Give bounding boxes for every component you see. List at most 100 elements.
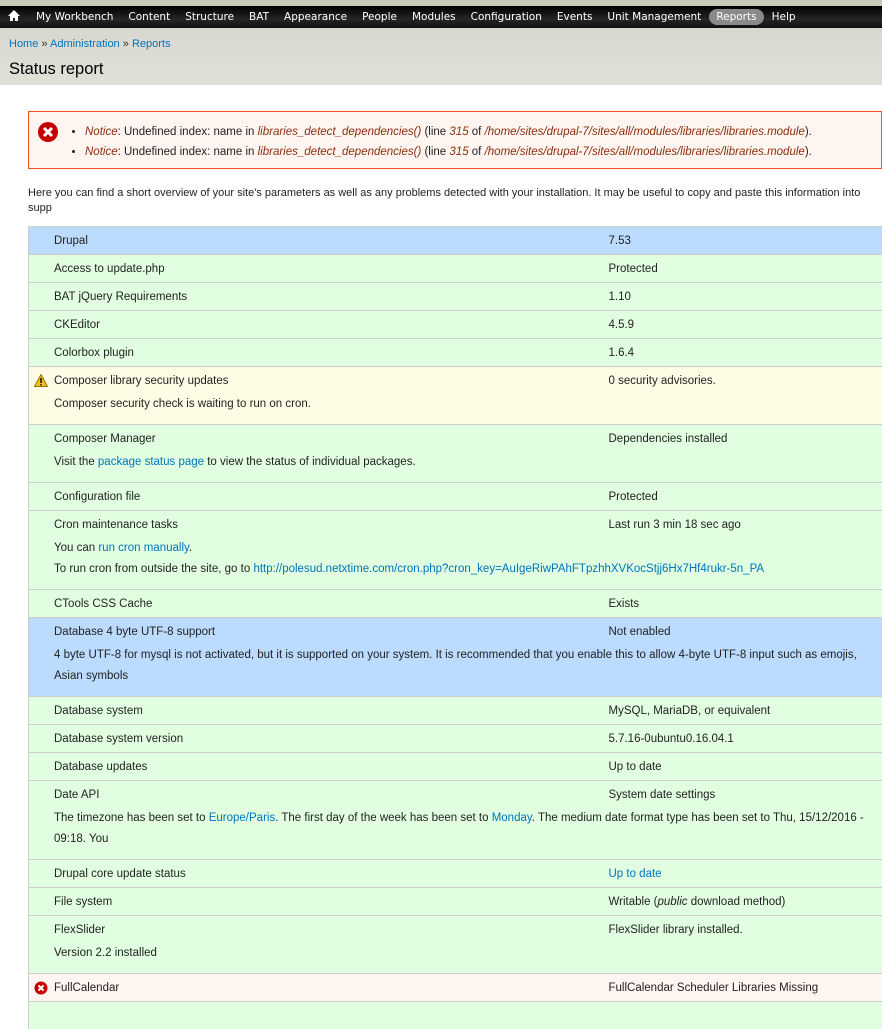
status-title: BAT jQuery Requirements xyxy=(29,283,609,311)
breadcrumb-administration[interactable]: Administration xyxy=(50,38,120,50)
status-title-text: File system xyxy=(54,896,112,908)
home-icon[interactable] xyxy=(8,10,20,24)
status-value-text: 4.5.9 xyxy=(609,319,635,331)
status-description: You can run cron manually. To run cron fr… xyxy=(29,538,882,590)
link[interactable]: run cron manually xyxy=(98,542,189,554)
status-description: Version 2.2 installed xyxy=(29,943,882,974)
status-title: Database system version xyxy=(29,725,609,753)
error-messages: Notice: Undefined index: name in librari… xyxy=(28,111,882,169)
nav-item-people[interactable]: People xyxy=(362,11,397,23)
status-description-row: You can run cron manually. To run cron fr… xyxy=(29,538,882,590)
page-title: Status report xyxy=(9,60,873,79)
status-value: 7.53 xyxy=(609,227,882,255)
status-value-text: Last run 3 min 18 sec ago xyxy=(609,519,741,531)
message-segment: ). xyxy=(805,126,812,138)
link[interactable]: Europe/Paris xyxy=(209,812,275,824)
status-title-text: Access to update.php xyxy=(54,263,165,275)
text-segment: to view the status of individual package… xyxy=(204,456,416,468)
status-title: FullCalendar xyxy=(29,974,609,1002)
link[interactable]: Monday xyxy=(492,812,532,824)
status-title: File system xyxy=(29,888,609,916)
status-value: System date settings xyxy=(609,781,882,809)
description-line: To run cron from outside the site, go to… xyxy=(54,559,874,580)
status-description: Visit the package status page to view th… xyxy=(29,452,882,483)
status-value-text: System date settings xyxy=(609,789,716,801)
breadcrumb-home[interactable]: Home xyxy=(9,38,38,50)
status-row: Drupal7.53 xyxy=(29,227,882,255)
status-row: BAT jQuery Requirements1.10 xyxy=(29,283,882,311)
message-segment: of xyxy=(469,146,485,158)
message-item: Notice: Undefined index: name in librari… xyxy=(85,122,875,142)
message-segment: of xyxy=(469,126,485,138)
message-segment: /home/sites/drupal-7/sites/all/modules/l… xyxy=(485,146,805,158)
text-segment: You can xyxy=(54,542,98,554)
status-title-text: Date API xyxy=(54,789,99,801)
status-value: Protected xyxy=(609,483,882,511)
status-title-text: Colorbox plugin xyxy=(54,347,134,359)
status-value: 0 security advisories. xyxy=(609,367,882,395)
status-title: Configuration file xyxy=(29,483,609,511)
status-value: Up to date xyxy=(609,860,882,888)
text-segment: . xyxy=(189,542,192,554)
status-value-text: 1.10 xyxy=(609,291,631,303)
status-row: Composer library security updates0 secur… xyxy=(29,367,882,395)
nav-item-modules[interactable]: Modules xyxy=(412,11,456,23)
text-segment: public xyxy=(658,896,688,908)
status-value: 5.7.16-0ubuntu0.16.04.1 xyxy=(609,725,882,753)
status-title-text: CTools CSS Cache xyxy=(54,598,152,610)
status-title: CKEditor xyxy=(29,311,609,339)
text-segment: The timezone has been set to xyxy=(54,812,209,824)
status-value-text: 7.53 xyxy=(609,235,631,247)
nav-item-reports[interactable]: Reports xyxy=(709,9,763,25)
text-segment: Version 2.2 installed xyxy=(54,947,157,959)
status-row: Database system version 5.7.16-0ubuntu0.1… xyxy=(29,725,882,753)
status-value-link[interactable]: Up to date xyxy=(609,868,662,880)
status-value: 1.10 xyxy=(609,283,882,311)
message-segment: (line xyxy=(421,126,449,138)
status-description-row: The timezone has been set to Europe/Pari… xyxy=(29,808,882,860)
nav-item-structure[interactable]: Structure xyxy=(185,11,234,23)
status-description-row: Version 2.2 installed xyxy=(29,943,882,974)
nav-item-help[interactable]: Help xyxy=(772,11,796,23)
breadcrumb-reports[interactable]: Reports xyxy=(132,38,171,50)
status-title-text: Configuration file xyxy=(54,491,140,503)
status-value: Up to date xyxy=(609,753,882,781)
status-title: CTools CSS Cache xyxy=(29,590,609,618)
status-title-text: Database system version xyxy=(54,733,183,745)
nav-item-appearance[interactable]: Appearance xyxy=(284,11,347,23)
status-row: File systemWritable (public download met… xyxy=(29,888,882,916)
status-row xyxy=(29,1002,882,1029)
status-row: CTools CSS CacheExists xyxy=(29,590,882,618)
message-list: Notice: Undefined index: name in librari… xyxy=(29,112,881,162)
message-segment: /home/sites/drupal-7/sites/all/modules/l… xyxy=(485,126,805,138)
nav-item-my-workbench[interactable]: My Workbench xyxy=(36,11,113,23)
text-segment: To run cron from outside the site, go to xyxy=(54,563,253,575)
nav-item-events[interactable]: Events xyxy=(557,11,593,23)
status-row: Configuration file Protected xyxy=(29,483,882,511)
status-title-text: Cron maintenance tasks xyxy=(54,519,178,531)
nav-item-unit-management[interactable]: Unit Management xyxy=(607,11,701,23)
status-title-text xyxy=(54,1010,57,1022)
status-row: Date API System date settings xyxy=(29,781,882,809)
status-title: Access to update.php xyxy=(29,255,609,283)
link[interactable]: http://polesud.netxtime.com/cron.php?cro… xyxy=(253,563,764,575)
status-title: Colorbox plugin xyxy=(29,339,609,367)
description-line: 4 byte UTF-8 for mysql is not activated,… xyxy=(54,645,874,687)
status-value: MySQL, MariaDB, or equivalent xyxy=(609,697,882,725)
nav-item-configuration[interactable]: Configuration xyxy=(471,11,542,23)
text-segment: Writable ( xyxy=(609,896,658,908)
status-value: Not enabled xyxy=(609,618,882,646)
status-title: Date API xyxy=(29,781,609,809)
message-item: Notice: Undefined index: name in librari… xyxy=(85,142,875,162)
nav-item-bat[interactable]: BAT xyxy=(249,11,269,23)
status-description-row: Composer security check is waiting to ru… xyxy=(29,394,882,425)
status-value: Last run 3 min 18 sec ago xyxy=(609,511,882,539)
text-segment: 4 byte UTF-8 for mysql is not activated,… xyxy=(54,649,857,682)
status-value: Protected xyxy=(609,255,882,283)
status-title: Cron maintenance tasks xyxy=(29,511,609,539)
link[interactable]: package status page xyxy=(98,456,204,468)
status-row: Database systemMySQL, MariaDB, or equiva… xyxy=(29,697,882,725)
nav-item-content[interactable]: Content xyxy=(128,11,170,23)
breadcrumb: Home » Administration » Reports xyxy=(9,38,873,50)
status-value: FlexSlider library installed. xyxy=(609,916,882,944)
